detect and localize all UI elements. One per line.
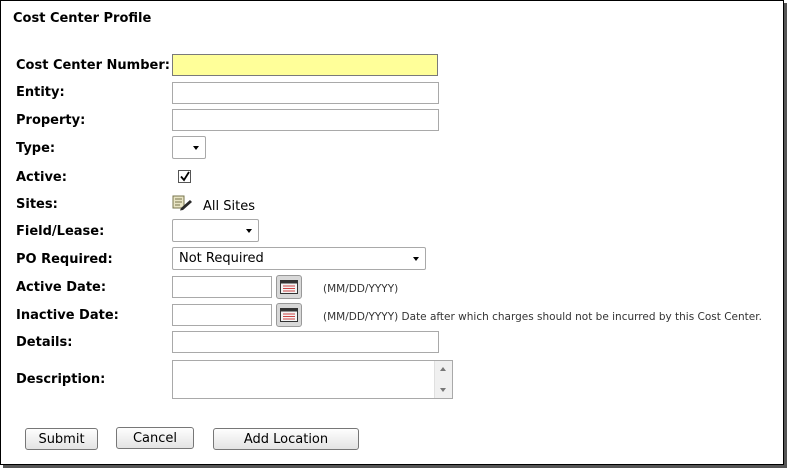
property-input[interactable]	[172, 109, 439, 131]
edit-list-icon[interactable]	[172, 195, 194, 215]
chevron-down-icon	[193, 146, 199, 150]
active-date-label: Active Date:	[16, 280, 107, 295]
sites-label: Sites:	[16, 197, 58, 212]
chevron-down-icon	[246, 229, 252, 233]
type-select[interactable]	[172, 136, 206, 159]
po-required-label: PO Required:	[16, 252, 113, 267]
active-checkbox[interactable]	[178, 170, 191, 183]
add-location-button[interactable]: Add Location	[213, 428, 359, 450]
type-label: Type:	[16, 141, 56, 156]
description-label: Description:	[16, 372, 106, 387]
inactive-date-hint: (MM/DD/YYYY) Date after which charges sh…	[323, 311, 762, 323]
property-label: Property:	[16, 113, 86, 128]
description-scrollbar[interactable]	[434, 361, 452, 398]
cost-center-number-input[interactable]	[172, 54, 438, 76]
checkmark-icon	[180, 171, 190, 182]
cost-center-profile-panel: Cost Center Profile Cost Center Number: …	[0, 0, 784, 465]
cancel-button[interactable]: Cancel	[116, 427, 194, 449]
po-required-select-value: Not Required	[179, 251, 264, 266]
page-title: Cost Center Profile	[13, 11, 152, 26]
inactive-date-calendar-button[interactable]	[276, 303, 302, 327]
po-required-select[interactable]: Not Required	[172, 247, 426, 270]
active-date-calendar-button[interactable]	[276, 275, 302, 299]
entity-label: Entity:	[16, 85, 65, 100]
scroll-up-icon[interactable]	[440, 367, 446, 371]
calendar-icon	[280, 308, 298, 322]
active-date-hint: (MM/DD/YYYY)	[323, 283, 399, 295]
details-input[interactable]	[172, 331, 439, 353]
calendar-icon	[280, 280, 298, 294]
active-date-input[interactable]	[172, 276, 272, 298]
active-label: Active:	[16, 170, 67, 185]
inactive-date-input[interactable]	[172, 304, 272, 326]
chevron-down-icon	[413, 257, 419, 261]
inactive-date-label: Inactive Date:	[16, 308, 119, 323]
scroll-down-icon[interactable]	[440, 388, 446, 392]
submit-button[interactable]: Submit	[25, 428, 98, 450]
details-label: Details:	[16, 335, 73, 350]
sites-value: All Sites	[203, 199, 255, 214]
cost-center-number-label: Cost Center Number:	[16, 58, 170, 73]
field-lease-select[interactable]	[172, 219, 259, 242]
field-lease-label: Field/Lease:	[16, 224, 105, 239]
description-textarea[interactable]	[172, 360, 453, 399]
entity-input[interactable]	[172, 82, 439, 104]
